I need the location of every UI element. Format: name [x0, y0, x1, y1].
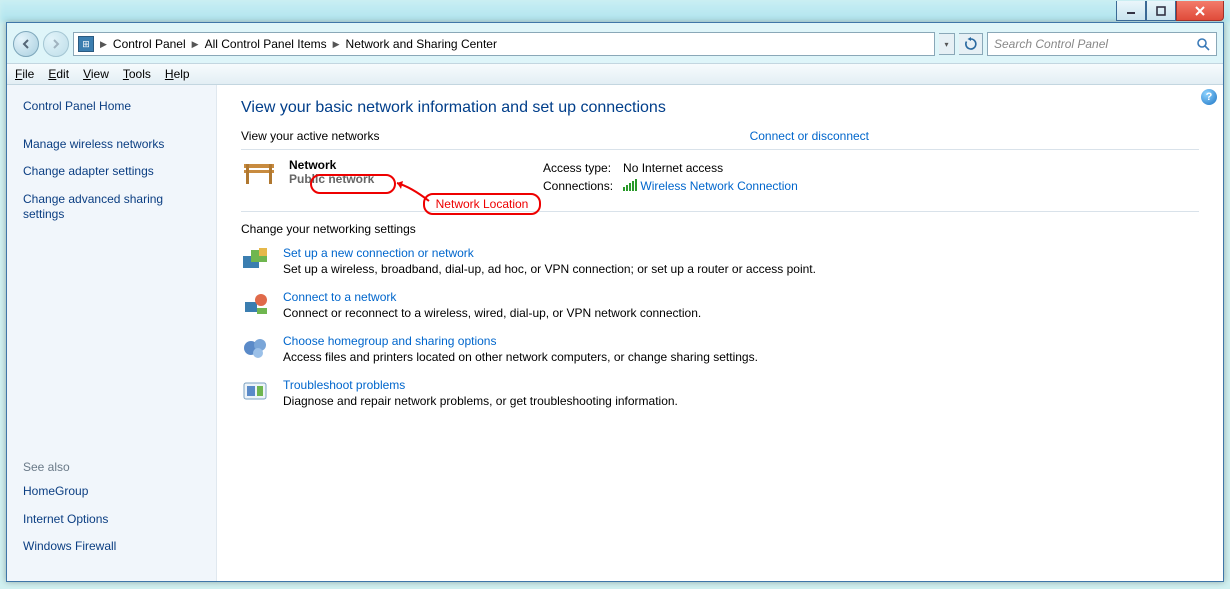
networking-settings-header: Change your networking settings: [241, 222, 1199, 236]
address-history-dropdown[interactable]: ▾: [939, 33, 955, 55]
sidebar-home-link[interactable]: Control Panel Home: [23, 99, 200, 115]
signal-bars-icon: [623, 179, 637, 194]
see-also-homegroup[interactable]: HomeGroup: [23, 484, 200, 500]
network-name[interactable]: Network: [289, 158, 374, 172]
setup-connection-icon: [241, 246, 269, 274]
task-title[interactable]: Choose homegroup and sharing options: [283, 334, 758, 348]
menu-edit[interactable]: Edit: [48, 67, 69, 81]
menu-bar: File Edit View Tools Help: [7, 63, 1223, 85]
chevron-right-icon[interactable]: ▶: [192, 39, 199, 50]
search-icon: [1196, 37, 1210, 51]
search-placeholder: Search Control Panel: [994, 37, 1108, 51]
page-title: View your basic network information and …: [241, 99, 1199, 117]
breadcrumb-item[interactable]: All Control Panel Items: [205, 37, 327, 51]
access-type-label: Access type:: [543, 160, 621, 176]
close-button[interactable]: [1176, 1, 1224, 21]
task-title[interactable]: Connect to a network: [283, 290, 701, 304]
task-setup-connection[interactable]: Set up a new connection or network Set u…: [241, 246, 1199, 276]
task-desc: Set up a wireless, broadband, dial-up, a…: [283, 262, 816, 276]
menu-file[interactable]: File: [15, 67, 34, 81]
task-desc: Connect or reconnect to a wireless, wire…: [283, 306, 701, 320]
annotation-label: Network Location: [436, 197, 529, 211]
see-also-header: See also: [23, 460, 200, 474]
connect-network-icon: [241, 290, 269, 318]
connection-details: Access type: No Internet access Connecti…: [541, 158, 808, 197]
see-also-windows-firewall[interactable]: Windows Firewall: [23, 539, 200, 555]
task-title[interactable]: Set up a new connection or network: [283, 246, 816, 260]
network-type-link[interactable]: Public network: [289, 172, 374, 186]
task-title[interactable]: Troubleshoot problems: [283, 378, 678, 392]
maximize-button[interactable]: [1146, 1, 1176, 21]
main-panel: ? View your basic network information an…: [217, 85, 1223, 581]
minimize-button[interactable]: [1116, 1, 1146, 21]
menu-help[interactable]: Help: [165, 67, 190, 81]
address-bar[interactable]: ⊞ ▶ Control Panel ▶ All Control Panel It…: [73, 32, 935, 56]
network-bench-icon: [241, 158, 277, 186]
nav-forward-button[interactable]: [43, 31, 69, 57]
chevron-right-icon[interactable]: ▶: [100, 39, 107, 50]
breadcrumb-item[interactable]: Network and Sharing Center: [346, 37, 497, 51]
task-desc: Diagnose and repair network problems, or…: [283, 394, 678, 408]
active-networks-header: View your active networks: [241, 129, 380, 143]
task-desc: Access files and printers located on oth…: [283, 350, 758, 364]
connections-label: Connections:: [543, 178, 621, 195]
menu-view[interactable]: View: [83, 67, 109, 81]
troubleshoot-icon: [241, 378, 269, 406]
connection-link[interactable]: Wireless Network Connection: [640, 179, 797, 193]
homegroup-icon: [241, 334, 269, 362]
breadcrumb-item[interactable]: Control Panel: [113, 37, 186, 51]
search-input[interactable]: Search Control Panel: [987, 32, 1217, 56]
connect-disconnect-link[interactable]: Connect or disconnect: [750, 129, 869, 143]
sidebar-link-sharing[interactable]: Change advanced sharing settings: [23, 192, 200, 223]
refresh-button[interactable]: [959, 33, 983, 55]
window-frame: ⊞ ▶ Control Panel ▶ All Control Panel It…: [6, 22, 1224, 582]
chevron-right-icon[interactable]: ▶: [333, 39, 340, 50]
task-homegroup[interactable]: Choose homegroup and sharing options Acc…: [241, 334, 1199, 364]
task-connect-network[interactable]: Connect to a network Connect or reconnec…: [241, 290, 1199, 320]
task-troubleshoot[interactable]: Troubleshoot problems Diagnose and repai…: [241, 378, 1199, 408]
access-type-value: No Internet access: [623, 160, 806, 176]
sidebar-link-adapter[interactable]: Change adapter settings: [23, 164, 200, 180]
nav-back-button[interactable]: [13, 31, 39, 57]
help-icon[interactable]: ?: [1201, 89, 1217, 105]
sidebar: Control Panel Home Manage wireless netwo…: [7, 85, 217, 581]
see-also-internet-options[interactable]: Internet Options: [23, 512, 200, 528]
control-panel-icon: ⊞: [78, 36, 94, 52]
menu-tools[interactable]: Tools: [123, 67, 151, 81]
sidebar-link-wireless[interactable]: Manage wireless networks: [23, 137, 200, 153]
